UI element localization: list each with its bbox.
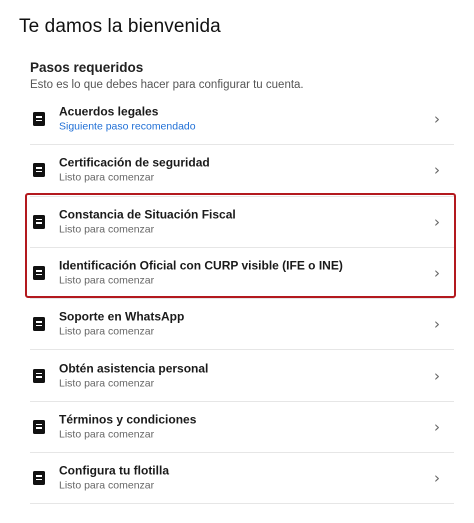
step-status: Listo para comenzar	[59, 479, 155, 492]
chevron-right-icon: ›	[434, 417, 440, 436]
document-icon	[33, 266, 45, 281]
step-status: Listo para comenzar	[59, 171, 155, 184]
step-status: Listo para comenzar	[59, 325, 155, 338]
page-title: Te damos la bienvenida	[19, 16, 221, 37]
step-label: Soporte en WhatsApp	[59, 309, 185, 324]
step-label: Configura tu flotilla	[59, 463, 169, 478]
document-icon	[33, 368, 45, 383]
step-label: Obtén asistencia personal	[59, 361, 209, 376]
document-icon	[33, 214, 45, 229]
document-icon	[33, 112, 45, 127]
step-item-terminos-condiciones[interactable]: Términos y condiciones Listo para comenz…	[30, 402, 454, 454]
step-status: Listo para comenzar	[59, 428, 155, 441]
section-title: Pasos requeridos	[30, 60, 144, 75]
chevron-right-icon: ›	[434, 110, 440, 129]
chevron-right-icon: ›	[434, 264, 440, 283]
section-description: Esto es lo que debes hacer para configur…	[30, 79, 304, 91]
step-label: Certificación de seguridad	[59, 155, 210, 170]
step-status: Listo para comenzar	[59, 274, 155, 287]
chevron-right-icon: ›	[434, 366, 440, 385]
document-icon	[33, 317, 45, 332]
step-label: Identificación Oficial con CURP visible …	[59, 258, 343, 273]
step-item-certificacion-seguridad[interactable]: Certificación de seguridad Listo para co…	[30, 145, 454, 197]
step-item-soporte-whatsapp[interactable]: Soporte en WhatsApp Listo para comenzar …	[30, 299, 454, 351]
chevron-right-icon: ›	[434, 212, 440, 231]
step-item-constancia-situacion-fiscal[interactable]: Constancia de Situación Fiscal Listo par…	[30, 197, 454, 248]
step-status: Listo para comenzar	[59, 377, 155, 390]
step-item-asistencia-personal[interactable]: Obtén asistencia personal Listo para com…	[30, 350, 454, 402]
step-label: Constancia de Situación Fiscal	[59, 207, 236, 222]
step-item-acuerdos-legales[interactable]: Acuerdos legales Siguiente paso recomend…	[30, 94, 454, 146]
step-item-configura-flotilla[interactable]: Configura tu flotilla Listo para comenza…	[30, 453, 454, 505]
chevron-right-icon: ›	[434, 161, 440, 180]
document-icon	[33, 419, 45, 434]
step-status: Siguiente paso recomendado	[59, 120, 196, 133]
chevron-right-icon: ›	[434, 315, 440, 334]
step-label: Acuerdos legales	[59, 104, 159, 119]
step-item-identificacion-oficial[interactable]: Identificación Oficial con CURP visible …	[30, 248, 454, 300]
step-status: Listo para comenzar	[59, 223, 155, 236]
document-icon	[33, 471, 45, 486]
steps-list: Acuerdos legales Siguiente paso recomend…	[30, 94, 454, 505]
document-icon	[33, 163, 45, 178]
chevron-right-icon: ›	[434, 469, 440, 488]
step-label: Términos y condiciones	[59, 412, 197, 427]
